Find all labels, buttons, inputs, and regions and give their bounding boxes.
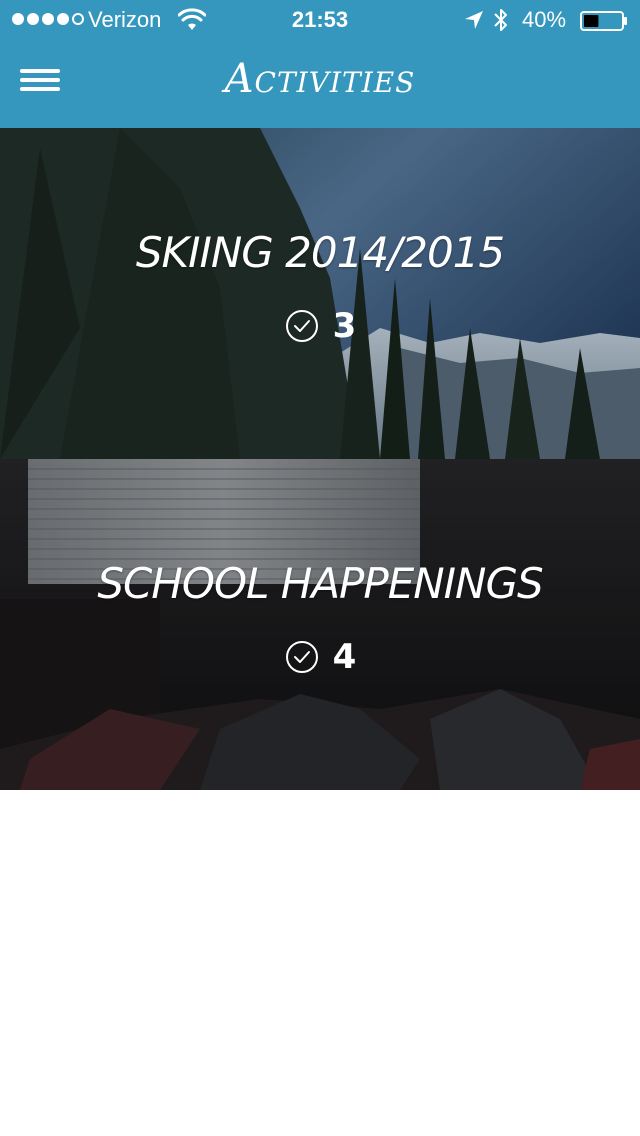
activity-title: SKIING 2014/2015 <box>135 228 505 277</box>
activity-card-skiing[interactable]: SKIING 2014/2015 3 <box>0 128 640 459</box>
skiing-background-image <box>0 128 640 459</box>
app-screen: Verizon 21:53 40% Activities SKIING 2014… <box>0 0 640 1136</box>
activity-count-row: 3 <box>0 306 640 346</box>
app-header: Verizon 21:53 40% Activities <box>0 0 640 128</box>
activity-count: 3 <box>332 306 357 346</box>
activity-card-school[interactable]: SCHOOL HAPPENINGS 4 <box>0 459 640 790</box>
check-circle-icon <box>285 641 318 673</box>
battery-percentage: 40% <box>522 7 567 32</box>
page-title: Activities <box>224 56 416 102</box>
activity-count-row: 4 <box>0 637 640 677</box>
activity-title: SCHOOL HAPPENINGS <box>97 559 543 608</box>
school-background-image <box>0 459 640 790</box>
battery-icon <box>580 11 627 31</box>
check-circle-icon <box>285 310 318 342</box>
activity-count: 4 <box>332 637 357 677</box>
activity-list: SKIING 2014/2015 3 SCHOOL HAPPENINGS 4 <box>0 128 640 790</box>
location-arrow-icon <box>465 11 483 29</box>
bluetooth-icon <box>494 9 507 31</box>
status-bar: Verizon 21:53 40% <box>0 0 640 40</box>
